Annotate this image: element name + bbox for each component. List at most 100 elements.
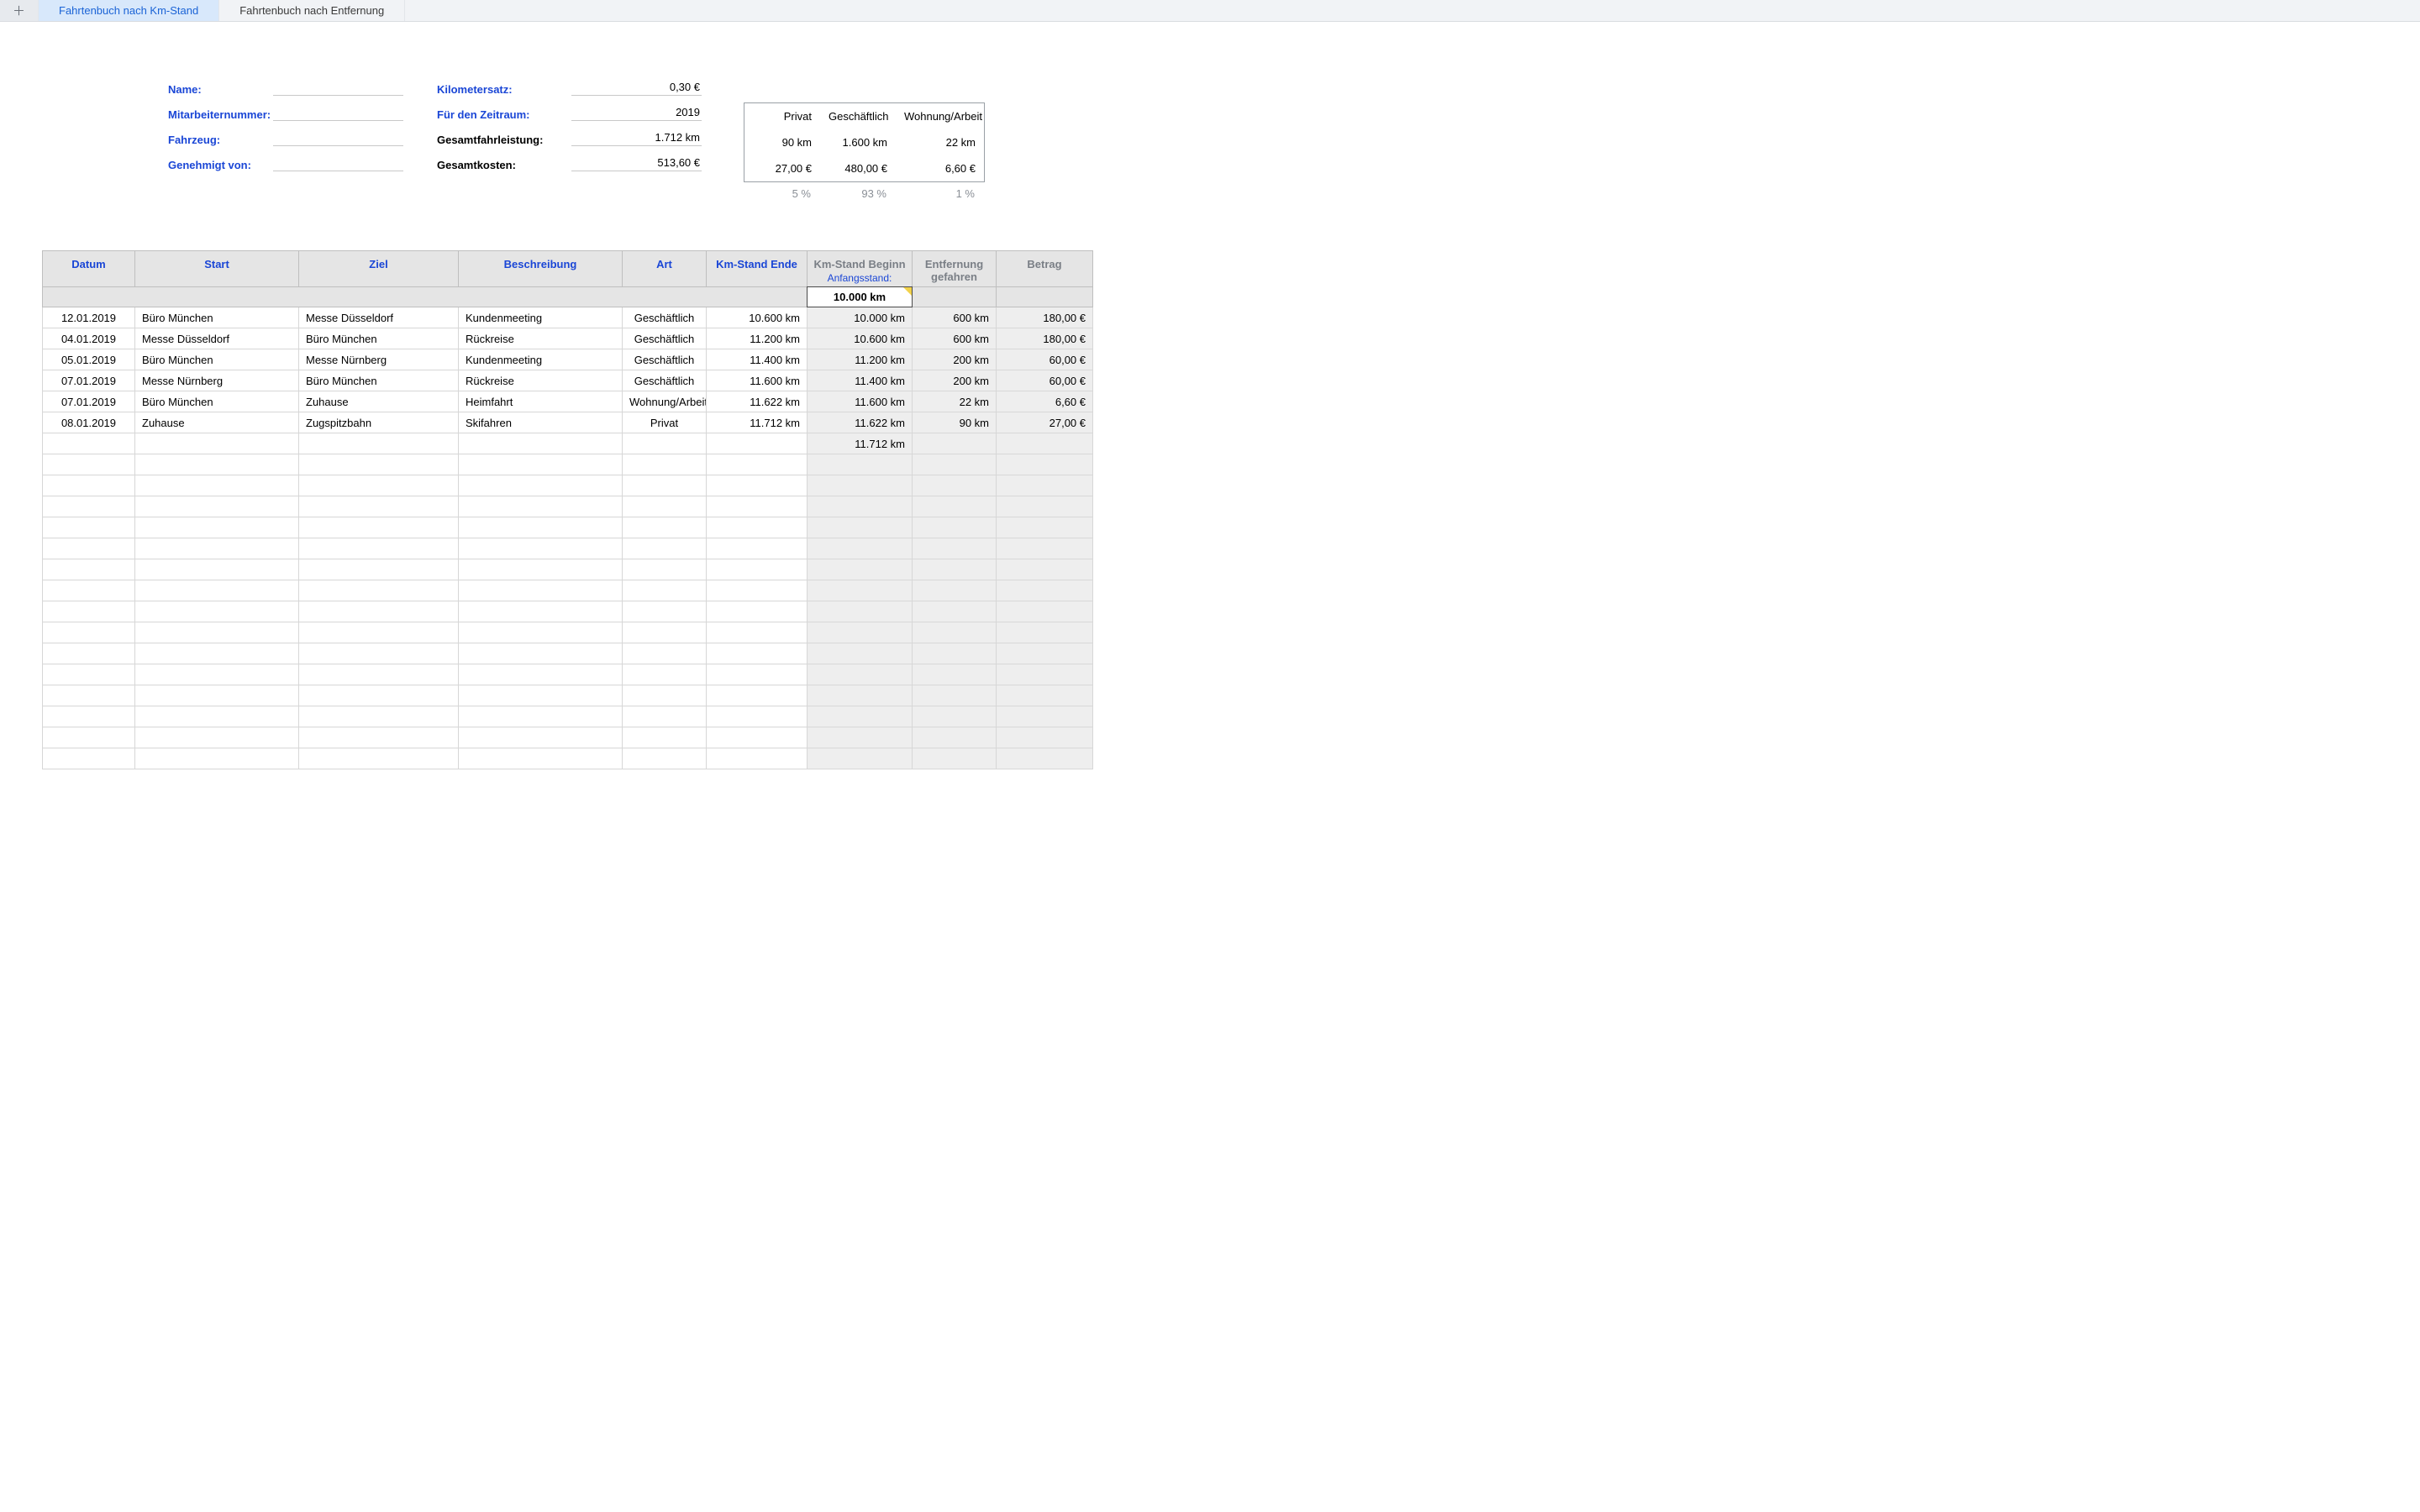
cell-art[interactable]: Geschäftlich (623, 307, 707, 328)
cell-ziel[interactable] (299, 727, 459, 748)
cell-km-ende[interactable] (707, 538, 808, 559)
cell-km-ende[interactable] (707, 517, 808, 538)
cell-art[interactable]: Wohnung/Arbeit (623, 391, 707, 412)
start-km-value[interactable]: 10.000 km (807, 286, 913, 307)
col-start[interactable]: Start (135, 251, 299, 287)
col-datum[interactable]: Datum (43, 251, 135, 287)
cell-art[interactable] (623, 601, 707, 622)
cell-datum[interactable] (43, 496, 135, 517)
cell-beschr[interactable] (459, 454, 623, 475)
cell-ziel[interactable] (299, 517, 459, 538)
cell-km-ende[interactable] (707, 727, 808, 748)
cell-km-ende[interactable] (707, 622, 808, 643)
cell-ziel[interactable] (299, 496, 459, 517)
cell-datum[interactable]: 08.01.2019 (43, 412, 135, 433)
cell-start[interactable] (135, 727, 299, 748)
cell-start[interactable]: Zuhause (135, 412, 299, 433)
cell-start[interactable]: Büro München (135, 307, 299, 328)
cell-datum[interactable] (43, 559, 135, 580)
cell-start[interactable] (135, 706, 299, 727)
value-empno[interactable] (273, 106, 403, 121)
cell-datum[interactable] (43, 706, 135, 727)
cell-ziel[interactable] (299, 475, 459, 496)
cell-beschr[interactable] (459, 727, 623, 748)
cell-ziel[interactable] (299, 538, 459, 559)
cell-datum[interactable] (43, 433, 135, 454)
cell-ziel[interactable] (299, 433, 459, 454)
cell-beschr[interactable] (459, 685, 623, 706)
start-km-cell[interactable]: 10.000 km (808, 287, 913, 307)
cell-datum[interactable] (43, 517, 135, 538)
cell-km-ende[interactable]: 11.622 km (707, 391, 808, 412)
cell-km-ende[interactable] (707, 706, 808, 727)
cell-art[interactable] (623, 496, 707, 517)
cell-start[interactable] (135, 433, 299, 454)
cell-beschr[interactable] (459, 517, 623, 538)
cell-art[interactable]: Privat (623, 412, 707, 433)
cell-ziel[interactable] (299, 706, 459, 727)
cell-beschr[interactable] (459, 559, 623, 580)
cell-art[interactable]: Geschäftlich (623, 349, 707, 370)
cell-art[interactable] (623, 685, 707, 706)
sheet-tab[interactable]: Fahrtenbuch nach Km-Stand (39, 0, 219, 21)
cell-ziel[interactable] (299, 580, 459, 601)
cell-art[interactable] (623, 475, 707, 496)
cell-ziel[interactable]: Büro München (299, 370, 459, 391)
cell-beschr[interactable] (459, 580, 623, 601)
cell-art[interactable] (623, 727, 707, 748)
cell-ziel[interactable] (299, 559, 459, 580)
value-period[interactable]: 2019 (571, 106, 702, 121)
cell-ziel[interactable] (299, 643, 459, 664)
cell-beschr[interactable] (459, 475, 623, 496)
cell-beschr[interactable] (459, 433, 623, 454)
cell-ziel[interactable]: Büro München (299, 328, 459, 349)
cell-km-ende[interactable] (707, 433, 808, 454)
cell-ziel[interactable] (299, 748, 459, 769)
cell-km-ende[interactable] (707, 643, 808, 664)
cell-km-ende[interactable] (707, 454, 808, 475)
cell-beschr[interactable]: Rückreise (459, 328, 623, 349)
cell-art[interactable] (623, 559, 707, 580)
cell-start[interactable] (135, 496, 299, 517)
cell-start[interactable]: Messe Düsseldorf (135, 328, 299, 349)
cell-km-ende[interactable] (707, 601, 808, 622)
cell-km-ende[interactable]: 11.400 km (707, 349, 808, 370)
cell-start[interactable]: Messe Nürnberg (135, 370, 299, 391)
cell-start[interactable] (135, 748, 299, 769)
cell-datum[interactable] (43, 601, 135, 622)
cell-ziel[interactable]: Zuhause (299, 391, 459, 412)
cell-art[interactable] (623, 664, 707, 685)
cell-km-ende[interactable]: 11.712 km (707, 412, 808, 433)
cell-datum[interactable] (43, 727, 135, 748)
cell-beschr[interactable] (459, 643, 623, 664)
cell-datum[interactable] (43, 580, 135, 601)
cell-start[interactable] (135, 685, 299, 706)
col-entf[interactable]: Entfernung gefahren (913, 251, 997, 287)
col-beginn[interactable]: Km-Stand Beginn Anfangsstand: (808, 251, 913, 287)
cell-art[interactable] (623, 517, 707, 538)
cell-datum[interactable]: 07.01.2019 (43, 391, 135, 412)
cell-beschr[interactable] (459, 601, 623, 622)
cell-start[interactable] (135, 622, 299, 643)
cell-ziel[interactable] (299, 454, 459, 475)
cell-art[interactable] (623, 433, 707, 454)
cell-beschr[interactable] (459, 748, 623, 769)
col-art[interactable]: Art (623, 251, 707, 287)
cell-datum[interactable] (43, 643, 135, 664)
cell-km-ende[interactable] (707, 475, 808, 496)
cell-beschr[interactable]: Skifahren (459, 412, 623, 433)
col-beschr[interactable]: Beschreibung (459, 251, 623, 287)
cell-start[interactable] (135, 580, 299, 601)
cell-km-ende[interactable] (707, 559, 808, 580)
value-name[interactable] (273, 81, 403, 96)
cell-beschr[interactable] (459, 664, 623, 685)
cell-art[interactable]: Geschäftlich (623, 328, 707, 349)
cell-km-ende[interactable]: 10.600 km (707, 307, 808, 328)
cell-start[interactable] (135, 664, 299, 685)
cell-beschr[interactable]: Kundenmeeting (459, 349, 623, 370)
cell-start[interactable] (135, 601, 299, 622)
col-betrag[interactable]: Betrag (997, 251, 1093, 287)
sheet-tab[interactable]: Fahrtenbuch nach Entfernung (219, 0, 405, 21)
cell-art[interactable] (623, 622, 707, 643)
cell-ziel[interactable] (299, 601, 459, 622)
